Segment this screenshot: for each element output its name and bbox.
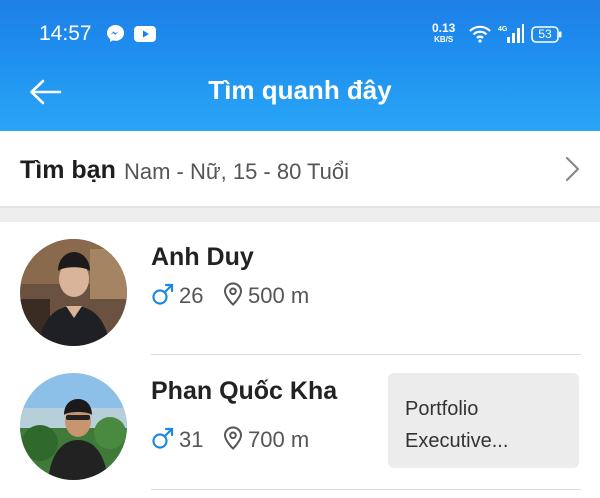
avatar-photo xyxy=(20,239,127,346)
app-header: 14:57 0.13 KB/S 4G 53 Tìm quanh đây xyxy=(0,0,600,131)
avatar[interactable] xyxy=(20,373,127,480)
row-divider xyxy=(151,489,581,490)
person-distance: 700 m xyxy=(248,427,310,452)
row-divider xyxy=(151,354,581,355)
person-meta: 26 500 m xyxy=(151,282,381,308)
person-age: 31 xyxy=(179,427,204,452)
avatar-photo xyxy=(20,373,127,480)
male-icon xyxy=(152,427,174,449)
filter-value: Nam - Nữ, 15 - 80 Tuổi xyxy=(124,159,350,184)
svg-text:4G: 4G xyxy=(498,26,508,33)
page-title: Tìm quanh đây xyxy=(208,75,392,105)
speed-unit: KB/S xyxy=(434,35,454,44)
filter-label: Tìm bạn xyxy=(20,156,116,184)
person-name: Anh Duy xyxy=(151,243,254,271)
messenger-icon xyxy=(106,24,125,43)
status-time: 14:57 xyxy=(39,22,92,45)
section-divider xyxy=(0,208,600,222)
male-icon xyxy=(152,283,174,305)
location-pin-icon xyxy=(223,282,243,306)
chevron-right-icon[interactable] xyxy=(564,155,582,183)
nearby-people-list: Anh Duy 26 500 m Phan Quốc Kha 31 700 m … xyxy=(0,222,600,498)
person-meta: 31 700 m xyxy=(151,426,381,452)
signal-4g-icon: 4G xyxy=(498,24,524,43)
battery-level: 53 xyxy=(538,27,552,41)
speed-value: 0.13 xyxy=(432,21,456,35)
person-bio-tag[interactable]: Portfolio Executive... xyxy=(388,373,579,468)
friend-filter-row[interactable]: Tìm bạn Nam - Nữ, 15 - 80 Tuổi xyxy=(0,131,600,208)
person-distance: 500 m xyxy=(248,283,310,308)
network-speed: 0.13 KB/S xyxy=(432,21,456,45)
tag-line-2: Executive... xyxy=(405,430,509,452)
status-bar: 14:57 0.13 KB/S 4G 53 xyxy=(0,0,600,60)
youtube-icon xyxy=(134,26,156,42)
location-pin-icon xyxy=(223,426,243,450)
tag-line-1: Portfolio xyxy=(405,398,479,420)
person-name: Phan Quốc Kha xyxy=(151,377,338,405)
list-item[interactable]: Anh Duy 26 500 m xyxy=(0,222,600,356)
list-item[interactable]: Phan Quốc Kha 31 700 m Portfolio Executi… xyxy=(0,356,600,490)
person-age: 26 xyxy=(179,283,204,308)
wifi-icon xyxy=(469,25,491,43)
avatar[interactable] xyxy=(20,239,127,346)
